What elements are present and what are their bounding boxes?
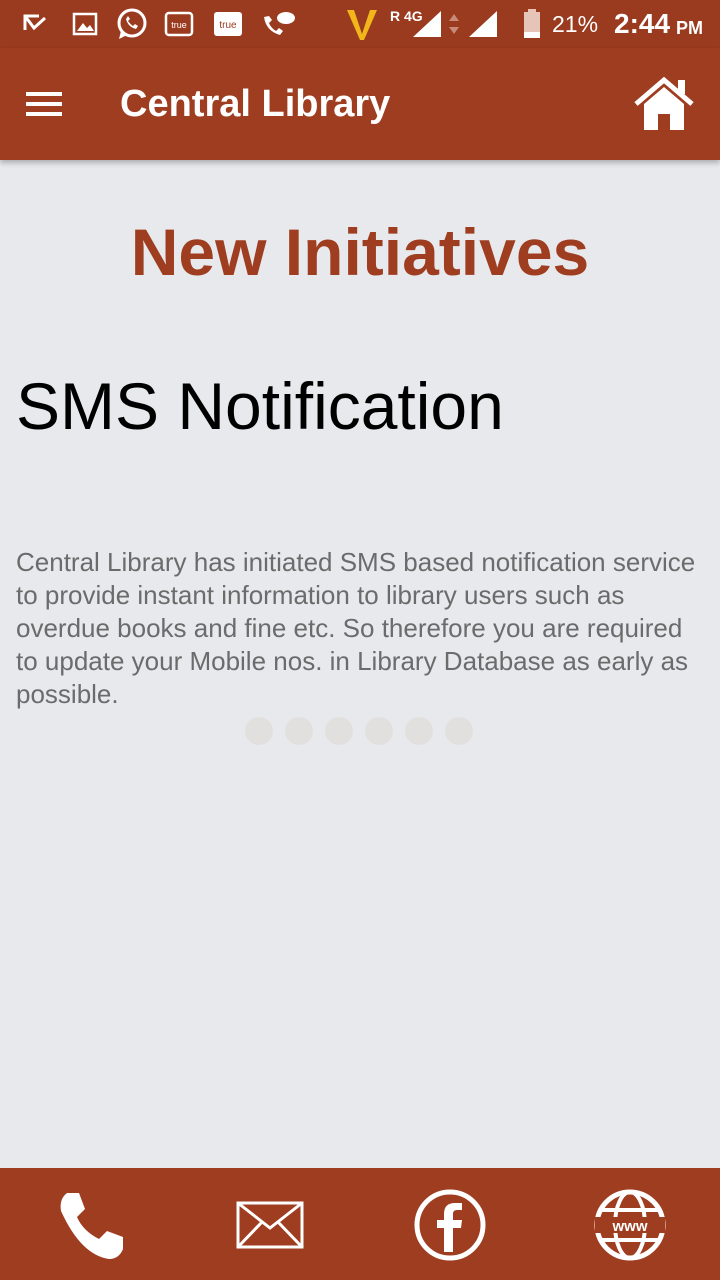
wifi-call-icon	[258, 0, 298, 48]
bottom-bar: www	[0, 1168, 720, 1280]
website-icon[interactable]: www	[585, 1180, 675, 1270]
pager-dot[interactable]	[285, 717, 313, 745]
clock-ampm: PM	[676, 17, 703, 38]
pager-dot[interactable]	[405, 717, 433, 745]
pager-dot[interactable]	[445, 717, 473, 745]
battery-percent: 21%	[552, 10, 599, 37]
pager-dot[interactable]	[245, 717, 273, 745]
facebook-icon[interactable]	[405, 1180, 495, 1270]
svg-text:true: true	[219, 20, 237, 31]
missed-call-icon	[18, 0, 54, 48]
pager-dot[interactable]	[365, 717, 393, 745]
signal-icon	[462, 0, 502, 48]
battery-icon	[518, 0, 546, 48]
app-bar: Central Library	[0, 48, 720, 160]
truecaller-icon: true	[210, 0, 246, 48]
truecaller-icon: true	[162, 0, 198, 48]
hamburger-menu-icon[interactable]	[24, 80, 88, 128]
pager-dot[interactable]	[325, 717, 353, 745]
signal-icon	[406, 0, 446, 48]
slide-body: Central Library has initiated SMS based …	[16, 547, 696, 709]
phone-icon[interactable]	[46, 1180, 136, 1270]
slide-title: SMS Notification	[16, 369, 504, 443]
data-arrows-icon	[444, 0, 464, 48]
home-icon[interactable]	[628, 70, 700, 138]
pager-dots	[245, 717, 473, 745]
whatsapp-icon	[112, 0, 152, 48]
svg-text:true: true	[171, 20, 187, 30]
page-title: New Initiatives	[130, 215, 590, 289]
email-icon[interactable]	[225, 1180, 315, 1270]
clock-time: 2:44	[614, 8, 671, 39]
image-icon	[68, 0, 102, 48]
svg-text:www: www	[611, 1218, 647, 1235]
vodafone-icon	[344, 0, 380, 48]
status-bar: true true R 4G 21% 2:44 PM	[0, 0, 720, 48]
app-title: Central Library	[120, 82, 391, 125]
